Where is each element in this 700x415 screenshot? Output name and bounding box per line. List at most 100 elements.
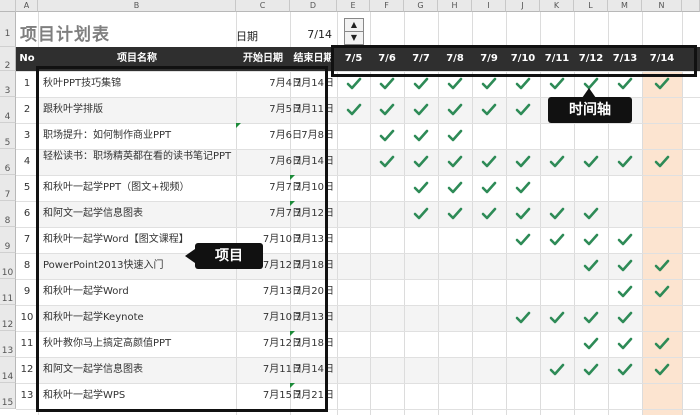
checkmark-icon — [583, 233, 599, 247]
checkmark-icon — [379, 155, 395, 169]
column-header-D[interactable]: D — [290, 0, 337, 12]
row-header-2[interactable]: 2 — [0, 47, 16, 71]
spinner-up-button[interactable]: ▲ — [344, 18, 364, 32]
checkmark-icon — [413, 129, 429, 143]
project-callout: 项目 — [195, 243, 263, 269]
checkmark-icon — [346, 103, 362, 117]
checkmark-icon — [379, 103, 395, 117]
checkmark-icon — [413, 155, 429, 169]
row-header-10[interactable]: 10 — [0, 253, 16, 279]
row-number: 10 — [20, 312, 34, 323]
column-header-K[interactable]: K — [540, 0, 574, 12]
checkmark-icon — [549, 233, 565, 247]
row-header-15[interactable]: 15 — [0, 383, 16, 409]
checkmark-icon — [654, 337, 670, 351]
checkmark-icon — [617, 233, 633, 247]
column-header-F[interactable]: F — [370, 0, 404, 12]
date-label: 日期 — [236, 30, 258, 43]
spreadsheet: A B C D E F G H I J K L M N 1 2 3 4 5 6 7 8 9 10 11 12 13 14 15 No 项目名… — [0, 0, 700, 415]
row-header-3[interactable]: 3 — [0, 71, 16, 97]
row-header-11[interactable]: 11 — [0, 279, 16, 305]
checkmark-icon — [413, 181, 429, 195]
checkmark-icon — [583, 337, 599, 351]
checkmark-icon — [515, 207, 531, 221]
checkmark-icon — [617, 337, 633, 351]
checkmark-icon — [481, 103, 497, 117]
timeline-frame — [331, 45, 697, 77]
checkmark-icon — [515, 181, 531, 195]
checkmark-icon — [654, 285, 670, 299]
date-value-cell[interactable]: 7/14 — [290, 28, 332, 41]
checkmark-icon — [654, 155, 670, 169]
checkmark-icon — [515, 155, 531, 169]
row-number: 11 — [20, 338, 34, 349]
timeline-callout: 时间轴 — [548, 97, 632, 123]
column-header-C[interactable]: C — [236, 0, 290, 12]
project-frame — [36, 66, 328, 412]
row-header-13[interactable]: 13 — [0, 331, 16, 357]
checkmark-icon — [549, 207, 565, 221]
row-header-14[interactable]: 14 — [0, 357, 16, 383]
checkmark-icon — [447, 155, 463, 169]
checkmark-icon — [379, 129, 395, 143]
project-callout-pointer — [185, 249, 195, 263]
checkmark-icon — [515, 233, 531, 247]
checkmark-icon — [447, 103, 463, 117]
row-number: 3 — [23, 130, 31, 141]
checkmark-icon — [549, 363, 565, 377]
checkmark-icon — [481, 207, 497, 221]
checkmark-icon — [413, 103, 429, 117]
row-header-9[interactable]: 9 — [0, 227, 16, 253]
row-number: 6 — [23, 208, 31, 219]
checkmark-icon — [447, 181, 463, 195]
column-header-empty — [682, 0, 700, 12]
checkmark-icon — [617, 311, 633, 325]
row-number: 4 — [23, 156, 31, 167]
row-header-7[interactable]: 7 — [0, 175, 16, 201]
row-number: 5 — [23, 182, 31, 193]
column-header-N[interactable]: N — [642, 0, 682, 12]
checkmark-icon — [617, 155, 633, 169]
row-header-12[interactable]: 12 — [0, 305, 16, 331]
row-number: 13 — [20, 390, 34, 401]
checkmark-icon — [654, 259, 670, 273]
column-header-J[interactable]: J — [506, 0, 540, 12]
column-header-L[interactable]: L — [574, 0, 608, 12]
checkmark-icon — [583, 363, 599, 377]
checkmark-icon — [654, 77, 670, 91]
row-header-5[interactable]: 5 — [0, 123, 16, 149]
checkmark-icon — [481, 181, 497, 195]
row-header-4[interactable]: 4 — [0, 97, 16, 123]
column-header-H[interactable]: H — [438, 0, 472, 12]
checkmark-icon — [379, 77, 395, 91]
checkmark-icon — [447, 207, 463, 221]
row-number: 2 — [23, 104, 31, 115]
column-header-E[interactable]: E — [337, 0, 370, 12]
checkmark-icon — [617, 363, 633, 377]
checkmark-icon — [583, 311, 599, 325]
column-header-G[interactable]: G — [404, 0, 438, 12]
checkmark-icon — [583, 259, 599, 273]
checkmark-icon — [413, 77, 429, 91]
checkmark-icon — [447, 77, 463, 91]
row-header-6[interactable]: 6 — [0, 149, 16, 175]
header-no: No — [19, 53, 35, 64]
column-header-A[interactable]: A — [16, 0, 38, 12]
checkmark-icon — [617, 285, 633, 299]
checkmark-icon — [447, 129, 463, 143]
row-header-8[interactable]: 8 — [0, 201, 16, 227]
checkmark-icon — [617, 259, 633, 273]
timeline-callout-pointer — [582, 88, 596, 98]
column-header-B[interactable]: B — [38, 0, 236, 12]
checkmark-icon — [583, 207, 599, 221]
row-header-1[interactable]: 1 — [0, 12, 16, 47]
spinner-down-button[interactable]: ▼ — [344, 31, 364, 45]
column-header-I[interactable]: I — [472, 0, 506, 12]
checkmark-icon — [617, 77, 633, 91]
column-header-M[interactable]: M — [608, 0, 642, 12]
checkmark-icon — [549, 77, 565, 91]
checkmark-icon — [515, 311, 531, 325]
checkmark-icon — [549, 311, 565, 325]
row-number: 9 — [23, 286, 31, 297]
checkmark-icon — [549, 155, 565, 169]
